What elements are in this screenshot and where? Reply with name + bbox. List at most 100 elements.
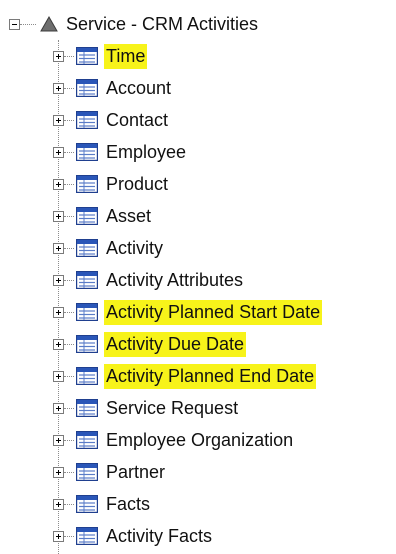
plus-glyph-v: [58, 278, 59, 283]
minus-glyph: [12, 24, 17, 25]
tree-connector: [64, 312, 74, 313]
plus-glyph-v: [58, 310, 59, 315]
expand-toggle[interactable]: [53, 147, 64, 158]
tree-item-label[interactable]: Account: [104, 76, 173, 101]
plus-glyph-v: [58, 438, 59, 443]
tree-item-label[interactable]: Activity Planned End Date: [104, 364, 317, 389]
plus-glyph-v: [58, 54, 59, 59]
tree-root-row[interactable]: Service - CRM Activities: [0, 8, 396, 40]
expand-toggle[interactable]: [53, 115, 64, 126]
tree-connector: [64, 184, 74, 185]
plus-glyph-v: [58, 214, 59, 219]
tree-item[interactable]: Partner: [0, 456, 396, 488]
table-icon: [76, 175, 98, 193]
tree-item[interactable]: Service Request: [0, 392, 396, 424]
table-icon: [76, 47, 98, 65]
tree-item-label[interactable]: Service Request: [104, 396, 240, 421]
tree-item[interactable]: Contact: [0, 104, 396, 136]
table-icon: [76, 303, 98, 321]
tree-connector: [64, 248, 74, 249]
tree-item[interactable]: Activity Facts: [0, 520, 396, 552]
expand-toggle[interactable]: [53, 51, 64, 62]
plus-glyph-v: [58, 118, 59, 123]
expand-toggle[interactable]: [53, 403, 64, 414]
tree-item-label[interactable]: Activity Attributes: [104, 268, 245, 293]
tree-item[interactable]: Employee: [0, 136, 396, 168]
expand-toggle[interactable]: [53, 179, 64, 190]
tree-item[interactable]: Account: [0, 72, 396, 104]
tree-connector: [64, 120, 74, 121]
expand-toggle[interactable]: [53, 211, 64, 222]
collapse-toggle[interactable]: [9, 19, 20, 30]
tree-connector: [20, 24, 36, 25]
tree-connector: [64, 216, 74, 217]
tree-item[interactable]: Asset: [0, 200, 396, 232]
tree-connector: [64, 280, 74, 281]
table-icon: [76, 399, 98, 417]
table-icon: [76, 431, 98, 449]
tree-connector: [64, 440, 74, 441]
table-icon: [76, 495, 98, 513]
tree-connector: [64, 504, 74, 505]
tree-item[interactable]: Activity Planned Start Date: [0, 296, 396, 328]
plus-glyph-v: [58, 182, 59, 187]
tree-item-label[interactable]: Partner: [104, 460, 167, 485]
plus-glyph-v: [58, 246, 59, 251]
expand-toggle[interactable]: [53, 531, 64, 542]
table-icon: [76, 143, 98, 161]
expand-toggle[interactable]: [53, 275, 64, 286]
expand-toggle[interactable]: [53, 499, 64, 510]
tree-item-label[interactable]: Activity: [104, 236, 165, 261]
tree-item[interactable]: Activity Due Date: [0, 328, 396, 360]
table-icon: [76, 79, 98, 97]
tree-item-label[interactable]: Activity Planned Start Date: [104, 300, 323, 325]
tree-item[interactable]: Activity Planned End Date: [0, 360, 396, 392]
plus-glyph-v: [58, 150, 59, 155]
tree-connector: [64, 152, 74, 153]
table-icon: [76, 335, 98, 353]
tree-item-label[interactable]: Time: [104, 44, 148, 69]
tree-item-label[interactable]: Product: [104, 172, 170, 197]
tree-item-label[interactable]: Employee Organization: [104, 428, 295, 453]
expand-toggle[interactable]: [53, 435, 64, 446]
tree-connector: [64, 376, 74, 377]
tree-item-label[interactable]: Contact: [104, 108, 170, 133]
plus-glyph-v: [58, 502, 59, 507]
expand-toggle[interactable]: [53, 83, 64, 94]
table-icon: [76, 207, 98, 225]
tree-item-label[interactable]: Asset: [104, 204, 153, 229]
table-icon: [76, 367, 98, 385]
tree-item-label[interactable]: Facts: [104, 492, 152, 517]
expand-toggle[interactable]: [53, 307, 64, 318]
table-icon: [76, 527, 98, 545]
plus-glyph-v: [58, 406, 59, 411]
expand-toggle[interactable]: [53, 371, 64, 382]
warning-triangle-icon: [40, 16, 58, 32]
tree-root-label[interactable]: Service - CRM Activities: [64, 12, 260, 37]
tree-item[interactable]: Facts: [0, 488, 396, 520]
expand-toggle[interactable]: [53, 467, 64, 478]
subject-area-tree: Service - CRM Activities Time Account Cont…: [0, 0, 396, 554]
plus-glyph-v: [58, 374, 59, 379]
plus-glyph-v: [58, 534, 59, 539]
tree-item-label[interactable]: Activity Facts: [104, 524, 214, 549]
tree-connector: [64, 344, 74, 345]
table-icon: [76, 271, 98, 289]
tree-item[interactable]: Employee Organization: [0, 424, 396, 456]
tree-item-label[interactable]: Employee: [104, 140, 188, 165]
plus-glyph-v: [58, 470, 59, 475]
tree-item[interactable]: Activity: [0, 232, 396, 264]
tree-connector: [64, 536, 74, 537]
expand-toggle[interactable]: [53, 339, 64, 350]
plus-glyph-v: [58, 86, 59, 91]
expand-toggle[interactable]: [53, 243, 64, 254]
tree-item[interactable]: Product: [0, 168, 396, 200]
tree-connector: [64, 472, 74, 473]
tree-item[interactable]: Time: [0, 40, 396, 72]
tree-item[interactable]: Activity Attributes: [0, 264, 396, 296]
tree-connector: [64, 88, 74, 89]
tree-connector: [64, 408, 74, 409]
tree-connector: [64, 56, 74, 57]
tree-item-label[interactable]: Activity Due Date: [104, 332, 247, 357]
table-icon: [76, 463, 98, 481]
